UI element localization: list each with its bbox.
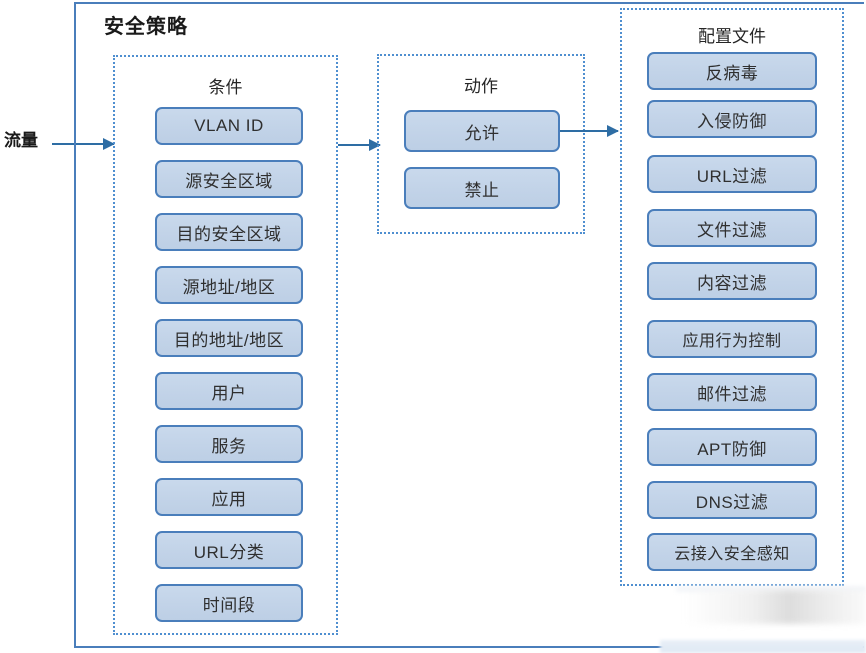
- chip-condition-service[interactable]: 服务: [155, 425, 303, 463]
- chip-profile-url-filtering[interactable]: URL过滤: [647, 155, 817, 193]
- chip-profile-intrusion-prevention[interactable]: 入侵防御: [647, 100, 817, 138]
- chip-profile-file-filtering[interactable]: 文件过滤: [647, 209, 817, 247]
- diagram-canvas: 流量 安全策略 条件 VLAN ID 源安全区域 目的安全区域 源地址/地区 目…: [0, 0, 866, 653]
- chip-profile-mail-filtering[interactable]: 邮件过滤: [647, 373, 817, 411]
- chip-profile-dns-filtering[interactable]: DNS过滤: [647, 481, 817, 519]
- group-actions-title: 动作: [464, 77, 498, 96]
- chip-condition-url-category[interactable]: URL分类: [155, 531, 303, 569]
- group-conditions-title: 条件: [208, 78, 243, 97]
- chip-profile-casb[interactable]: 云接入安全感知: [647, 533, 817, 571]
- arrow-actions-to-profiles: [560, 125, 619, 137]
- chip-profile-antivirus[interactable]: 反病毒: [647, 52, 817, 90]
- chip-profile-content-filtering[interactable]: 内容过滤: [647, 262, 817, 300]
- watermark-blurred-block: [683, 590, 866, 624]
- chip-profile-application-behavior-control[interactable]: 应用行为控制: [647, 320, 817, 358]
- chip-profile-apt-defense[interactable]: APT防御: [647, 428, 817, 466]
- arrow-conditions-to-actions: [338, 139, 381, 151]
- security-policy-title: 安全策略: [104, 16, 188, 38]
- chip-condition-user[interactable]: 用户: [155, 372, 303, 410]
- chip-condition-destination-address-region[interactable]: 目的地址/地区: [155, 319, 303, 357]
- chip-condition-time-range[interactable]: 时间段: [155, 584, 303, 622]
- watermark-bottom-band: [660, 640, 866, 653]
- traffic-flow-label: 流量: [4, 131, 38, 150]
- chip-condition-destination-security-zone[interactable]: 目的安全区域: [155, 213, 303, 251]
- group-profiles-title: 配置文件: [698, 27, 766, 46]
- chip-condition-source-address-region[interactable]: 源地址/地区: [155, 266, 303, 304]
- chip-condition-application[interactable]: 应用: [155, 478, 303, 516]
- chip-action-deny[interactable]: 禁止: [404, 167, 560, 209]
- chip-condition-vlan-id[interactable]: VLAN ID: [155, 107, 303, 145]
- chip-condition-source-security-zone[interactable]: 源安全区域: [155, 160, 303, 198]
- chip-action-permit[interactable]: 允许: [404, 110, 560, 152]
